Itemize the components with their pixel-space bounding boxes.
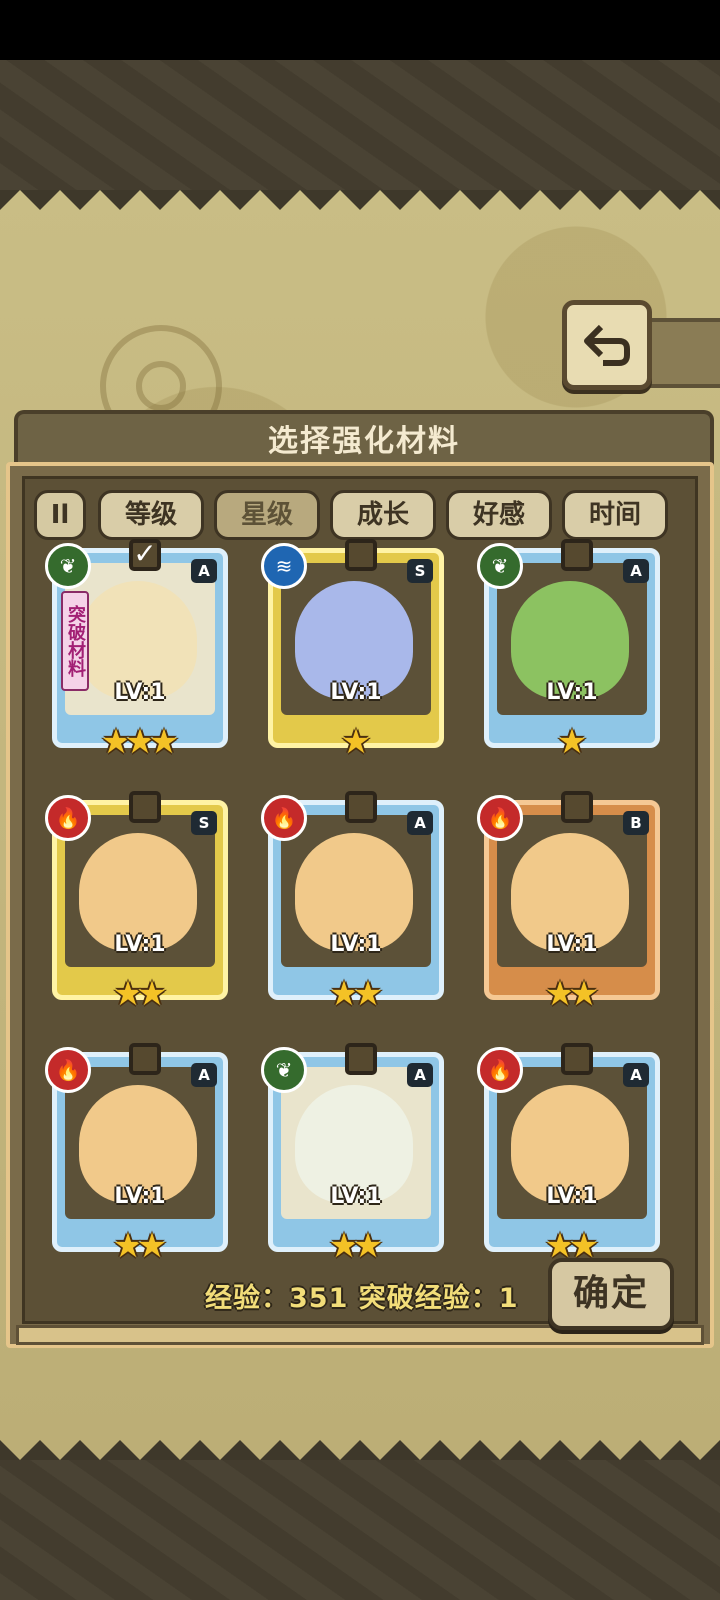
tab-growth[interactable]: 成长 [330,490,436,540]
background-top [0,60,720,190]
checkbox-icon[interactable] [129,791,161,823]
flame-icon: 🔥 [477,795,523,841]
card-level: LV:1 [114,932,166,957]
star-rating: ★★ [57,977,223,1011]
flame-icon: 🔥 [477,1047,523,1093]
rarity-badge: B [623,811,649,835]
card-level: LV:1 [330,1184,382,1209]
leaf-icon: ❦ [477,543,523,589]
material-card[interactable]: A ❦ LV:1 ★★ [261,1043,444,1263]
checkbox-icon[interactable] [561,1043,593,1075]
star-rating: ★★ [489,977,655,1011]
rarity-badge: A [191,1063,217,1087]
material-card[interactable]: A ❦ LV:1 ★ [477,539,660,759]
rarity-badge: A [407,811,433,835]
card-level: LV:1 [114,680,166,705]
sort-order-toggle[interactable]: Il [34,490,86,540]
card-level: LV:1 [546,680,598,705]
tab-affection[interactable]: 好感 [446,490,552,540]
star-rating: ★ [273,725,439,759]
material-card[interactable]: A 🔥 LV:1 ★★ [261,791,444,1011]
rarity-badge: A [623,559,649,583]
star-icon: ★ [352,1226,384,1266]
card-level: LV:1 [330,680,382,705]
tab-star[interactable]: 星级 [214,490,320,540]
rarity-badge: S [191,811,217,835]
star-icon: ★ [136,1226,168,1266]
flame-icon: 🔥 [261,795,307,841]
confirm-button[interactable]: 确定 [548,1258,674,1330]
checkbox-icon[interactable] [561,539,593,571]
checkbox-icon[interactable] [345,1043,377,1075]
leaf-icon: ❦ [261,1047,307,1093]
checkbox-icon[interactable] [129,1043,161,1075]
breakthrough-material-tag: 突破材料 [61,591,89,691]
star-rating: ★★ [273,977,439,1011]
card-level: LV:1 [546,932,598,957]
panel-header: 选择强化材料 [14,410,714,470]
material-card[interactable]: S 🔥 LV:1 ★★ [45,791,228,1011]
star-rating: ★★ [57,1229,223,1263]
star-icon: ★ [556,722,588,762]
star-icon: ★ [148,722,180,762]
checkbox-icon[interactable] [345,791,377,823]
tab-level[interactable]: 等级 [98,490,204,540]
star-icon: ★ [340,722,372,762]
star-icon: ★ [352,974,384,1014]
star-icon: ★ [568,974,600,1014]
card-level: LV:1 [114,1184,166,1209]
back-arrow-icon [584,324,630,366]
experience-summary: 经验：351 突破经验：1 [205,1283,519,1314]
back-button[interactable] [562,300,652,390]
star-icon: ★ [136,974,168,1014]
flame-icon: 🔥 [45,1047,91,1093]
material-card[interactable]: B 🔥 LV:1 ★★ [477,791,660,1011]
background-bottom [0,1460,720,1600]
checkbox-checked-icon[interactable]: ✓ [129,539,161,571]
material-card[interactable]: A 🔥 LV:1 ★★ [477,1043,660,1263]
material-card[interactable]: A 🔥 LV:1 ★★ [45,1043,228,1263]
material-card[interactable]: S ≋ LV:1 ★ [261,539,444,759]
checkbox-icon[interactable] [345,539,377,571]
card-level: LV:1 [546,1184,598,1209]
leaf-icon: ❦ [45,543,91,589]
checkbox-icon[interactable] [561,791,593,823]
tab-time[interactable]: 时间 [562,490,668,540]
rarity-badge: A [407,1063,433,1087]
status-bar [0,0,720,60]
rarity-badge: S [407,559,433,583]
rarity-badge: A [623,1063,649,1087]
rarity-badge: A [191,559,217,583]
star-rating: ★★★ [57,725,223,759]
star-rating: ★★ [273,1229,439,1263]
sort-toggle-label: Il [50,500,70,530]
material-card[interactable]: 突破材料 A ✓ ❦ LV:1 ★★★ [45,539,228,759]
flame-icon: 🔥 [45,795,91,841]
card-level: LV:1 [330,932,382,957]
wave-icon: ≋ [261,543,307,589]
star-rating: ★ [489,725,655,759]
